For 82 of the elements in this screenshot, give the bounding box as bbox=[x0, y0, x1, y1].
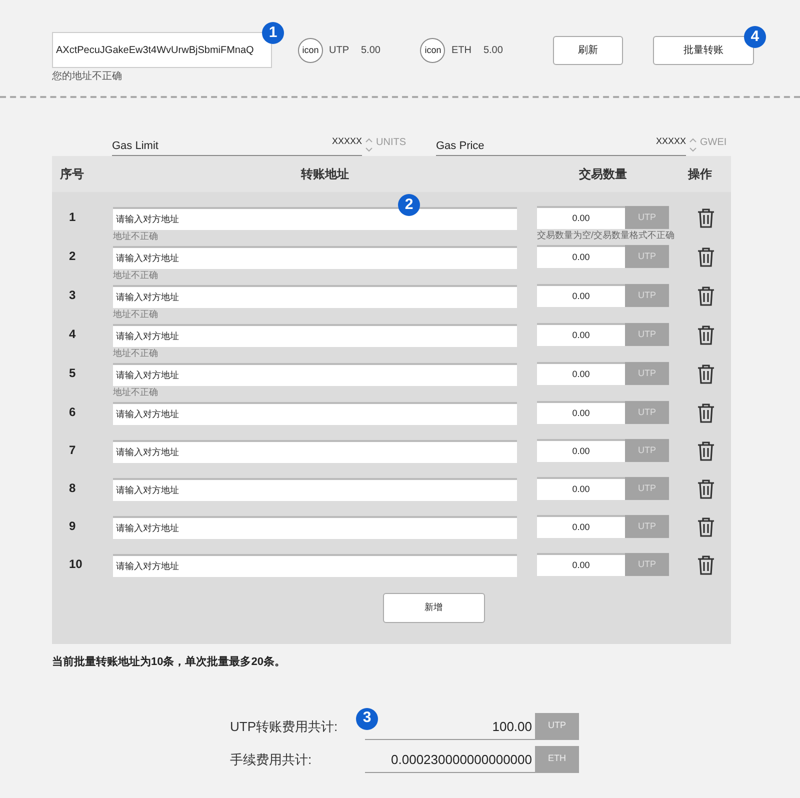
row-number: 1 bbox=[68, 209, 77, 226]
unit-tag: UTP bbox=[625, 553, 669, 576]
annotation-marker: 1 bbox=[262, 22, 284, 44]
address-error: 地址不正确 bbox=[113, 347, 159, 359]
amount-field[interactable]: 0.00 bbox=[537, 245, 625, 268]
currency-icon: icon bbox=[420, 38, 446, 63]
address-error: 您的地址不正确 bbox=[52, 70, 123, 84]
row-number: 10 bbox=[68, 556, 84, 573]
trash-icon[interactable] bbox=[697, 325, 715, 345]
total-label: UTP转账费用共计: bbox=[230, 718, 339, 736]
annotation-marker: 4 bbox=[744, 26, 766, 48]
trash-icon[interactable] bbox=[697, 403, 715, 423]
address-input[interactable]: 请输入对方地址 bbox=[113, 402, 517, 424]
unit-tag: UTP bbox=[625, 206, 669, 229]
unit-tag: UTP bbox=[625, 401, 669, 424]
address-input[interactable]: 请输入对方地址 bbox=[113, 362, 517, 386]
address-field[interactable]: AXctPecuJGakeEw3t4WvUrwBjSbmiFMnaQ bbox=[52, 32, 272, 68]
amount-error: 交易数量为空/交易数量格式不正确 bbox=[537, 229, 676, 241]
trash-icon[interactable] bbox=[697, 555, 715, 575]
amount-field[interactable]: 0.00 bbox=[537, 206, 625, 229]
unit-tag: UTP bbox=[625, 323, 669, 346]
row-number: 9 bbox=[68, 518, 77, 535]
trash-icon[interactable] bbox=[697, 247, 715, 267]
amount-field[interactable]: 0.00 bbox=[537, 477, 625, 500]
amount-field[interactable]: 0.00 bbox=[537, 515, 625, 538]
column-header: 序号 bbox=[59, 166, 85, 183]
unit-tag: UTP bbox=[535, 712, 579, 740]
address-error: 地址不正确 bbox=[113, 230, 159, 242]
unit-tag: ETH bbox=[535, 746, 579, 772]
column-header: 操作 bbox=[686, 166, 713, 183]
gas-value[interactable]: XXXXX bbox=[656, 134, 686, 148]
address-input[interactable]: 请输入对方地址 bbox=[113, 478, 517, 500]
address-input[interactable]: 请输入对方地址 bbox=[113, 440, 517, 462]
amount-field[interactable]: 0.00 bbox=[537, 553, 625, 576]
address-error: 地址不正确 bbox=[113, 386, 159, 398]
address-input[interactable]: 请输入对方地址 bbox=[113, 246, 517, 268]
address-input[interactable]: 请输入对方地址 bbox=[113, 284, 517, 308]
unit-tag: UTP bbox=[625, 515, 669, 538]
unit-tag: UTP bbox=[625, 477, 669, 500]
currency-label: UTP bbox=[329, 44, 349, 58]
amount-field[interactable]: 0.00 bbox=[537, 323, 625, 346]
amount-field[interactable]: 0.00 bbox=[537, 439, 625, 462]
unit-label: UNITS bbox=[376, 136, 406, 150]
unit-tag: UTP bbox=[625, 245, 669, 268]
batch-note: 当前批量转账地址为10条，单次批量最多20条。 bbox=[51, 654, 286, 670]
gas-label: Gas Price bbox=[436, 138, 484, 154]
amount-field[interactable]: 0.00 bbox=[537, 284, 625, 307]
address-input[interactable]: 请输入对方地址 bbox=[113, 554, 517, 576]
amount-field[interactable]: 0.00 bbox=[537, 401, 625, 424]
unit-label: GWEI bbox=[700, 136, 727, 150]
address-input[interactable]: 请输入对方地址 bbox=[113, 516, 517, 538]
row-number: 8 bbox=[68, 480, 77, 497]
unit-tag: UTP bbox=[625, 284, 669, 307]
row-number: 3 bbox=[68, 287, 77, 304]
add-button[interactable]: 新增 bbox=[382, 593, 484, 623]
total-label: 手续费用共计: bbox=[230, 751, 313, 769]
balance-value: 5.00 bbox=[361, 44, 380, 58]
address-error: 地址不正确 bbox=[113, 308, 159, 320]
gas-label: Gas Limit bbox=[112, 138, 158, 154]
unit-tag: UTP bbox=[625, 439, 669, 462]
trash-icon[interactable] bbox=[697, 364, 715, 384]
row-number: 6 bbox=[68, 404, 77, 421]
currency-icon: icon bbox=[298, 38, 323, 63]
trash-icon[interactable] bbox=[697, 286, 715, 306]
address-input[interactable]: 请输入对方地址 bbox=[113, 324, 517, 346]
trash-icon[interactable] bbox=[697, 208, 715, 228]
address-error: 地址不正确 bbox=[113, 269, 159, 281]
amount-field[interactable]: 0.00 bbox=[537, 362, 625, 385]
column-header: 交易数量 bbox=[578, 166, 628, 183]
row-number: 7 bbox=[68, 442, 77, 459]
row-number: 5 bbox=[68, 365, 77, 382]
column-header: 转账地址 bbox=[300, 166, 350, 183]
trash-icon[interactable] bbox=[697, 441, 715, 461]
row-number: 2 bbox=[68, 248, 77, 265]
currency-label: ETH bbox=[451, 44, 472, 58]
row-number: 4 bbox=[68, 326, 77, 343]
trash-icon[interactable] bbox=[697, 517, 715, 537]
trash-icon[interactable] bbox=[697, 479, 715, 499]
unit-tag: UTP bbox=[625, 362, 669, 385]
refresh-button[interactable]: 刷新 bbox=[552, 36, 623, 65]
balance-value: 5.00 bbox=[483, 44, 503, 58]
gas-value[interactable]: XXXXX bbox=[332, 134, 362, 148]
